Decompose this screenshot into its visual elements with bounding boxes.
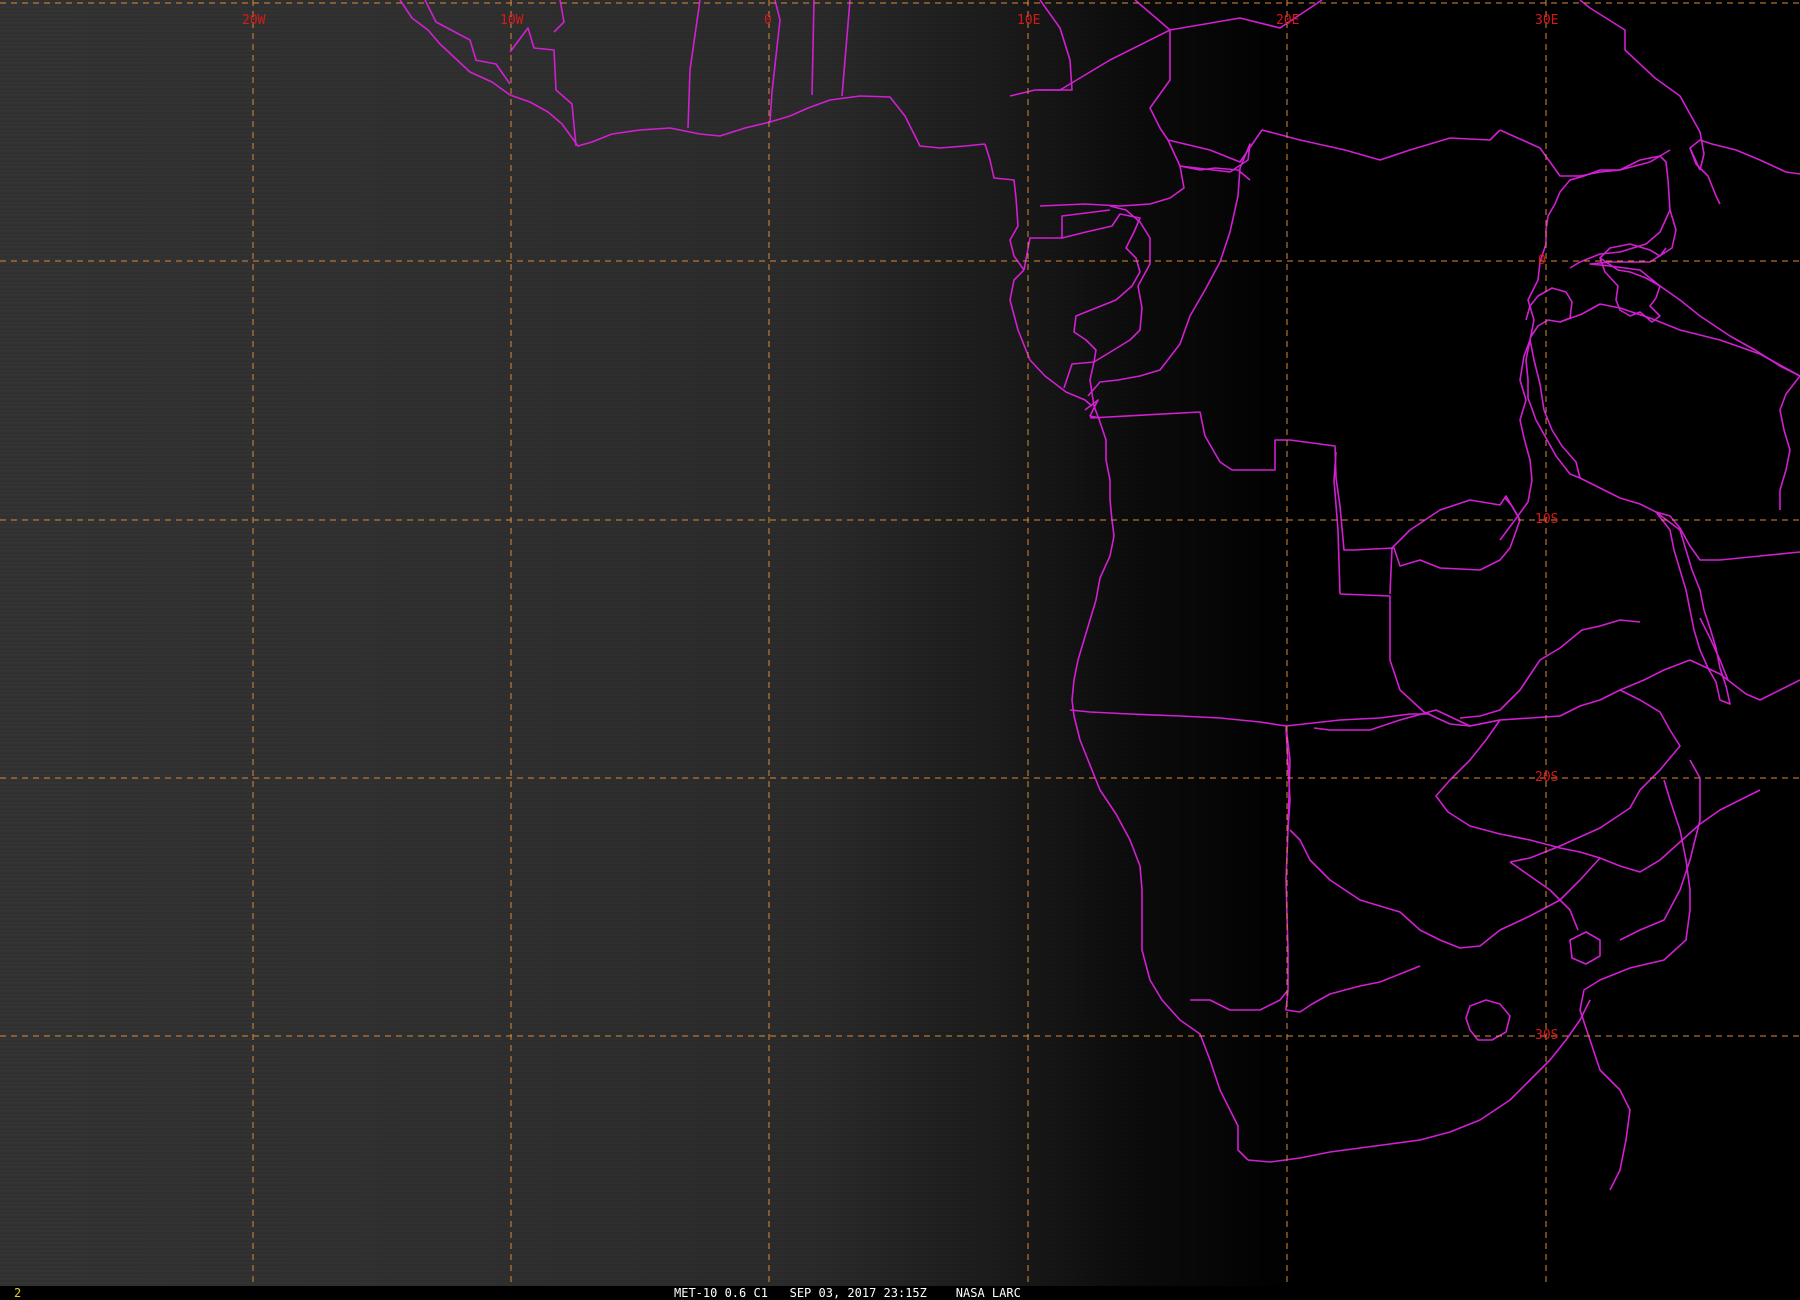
- frame-number: 2: [14, 1286, 22, 1300]
- satellite-map: 20W 10W 0 10E 20E 30E 0 10S 20S 30S: [0, 0, 1800, 1286]
- lat-label-30s: 30S: [1535, 1028, 1558, 1043]
- status-caption: MET-10 0.6 C1 SEP 03, 2017 23:15Z NASA L…: [674, 1286, 1021, 1300]
- satellite-image-view: 20W 10W 0 10E 20E 30E 0 10S 20S 30S 2 ME…: [0, 0, 1800, 1300]
- lon-label-0: 0: [764, 13, 772, 28]
- lon-label-20w: 20W: [242, 13, 266, 28]
- lat-label-10s: 10S: [1535, 512, 1558, 527]
- lon-label-20e: 20E: [1276, 13, 1299, 28]
- status-bar: 2 MET-10 0.6 C1 SEP 03, 2017 23:15Z NASA…: [0, 1286, 1800, 1300]
- lat-label-20s: 20S: [1535, 770, 1558, 785]
- satellite-product: MET-10 0.6 C1: [674, 1286, 768, 1300]
- lon-label-10e: 10E: [1017, 13, 1040, 28]
- lon-label-10w: 10W: [500, 13, 524, 28]
- lat-label-0: 0: [1538, 253, 1546, 268]
- imagery-scanlines: [0, 0, 1800, 1286]
- image-date-time: SEP 03, 2017 23:15Z: [789, 1286, 927, 1300]
- lon-label-30e: 30E: [1535, 13, 1558, 28]
- image-source: NASA LARC: [955, 1286, 1021, 1300]
